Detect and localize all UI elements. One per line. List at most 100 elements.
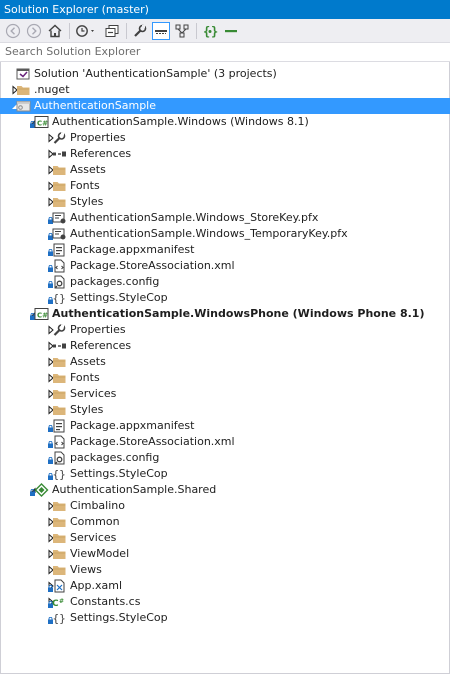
tree-row[interactable]: Common [0,514,450,530]
references-icon [52,339,67,353]
toolbar-separator [69,22,70,39]
tree-row[interactable]: .nuget [0,82,450,98]
folder-icon [52,387,67,401]
cs-project-icon: C# [34,307,49,321]
tree-row[interactable]: Package.StoreAssociation.xml [0,434,450,450]
tree-row[interactable]: References [0,146,450,162]
svg-text:{}: {} [53,292,66,305]
tree-row[interactable]: AuthenticationSample.Shared [0,482,450,498]
references-icon [52,147,67,161]
tree-row[interactable]: {} Settings.StyleCop [0,290,450,306]
collapse-all-icon[interactable] [103,22,121,40]
tree-row[interactable]: Assets [0,162,450,178]
xml-icon [52,435,67,449]
tree-row[interactable]: Styles [0,402,450,418]
shared-project-icon [34,483,49,497]
config-icon [52,275,67,289]
cs-file-icon: C # [52,595,67,609]
xml-icon [52,259,67,273]
tree-row[interactable]: AuthenticationSample.Windows_StoreKey.pf… [0,210,450,226]
tree-row[interactable]: Properties [0,322,450,338]
folder-icon [52,163,67,177]
tree-item-label: Package.StoreAssociation.xml [70,435,235,448]
tree-row[interactable]: Fonts [0,370,450,386]
tree-row[interactable]: Package.appxmanifest [0,418,450,434]
tree-item-label: Assets [70,163,106,176]
tree-row[interactable]: References [0,338,450,354]
folder-icon [52,563,67,577]
tree-item-label: AuthenticationSample.Windows_TemporaryKe… [70,227,348,240]
tree-item-label: Solution 'AuthenticationSample' (3 proje… [34,67,277,80]
tree-row[interactable]: Styles [0,194,450,210]
tree-row[interactable]: ViewModel [0,546,450,562]
tree-row[interactable]: C # Constants.cs [0,594,450,610]
xaml-icon [52,579,67,593]
tree-item-label: Fonts [70,371,100,384]
braces-icon: {} [52,291,67,305]
properties-wrench-icon[interactable] [131,22,149,40]
tree-row[interactable]: AuthenticationSample.Windows_TemporaryKe… [0,226,450,242]
search-input[interactable]: Search Solution Explorer [0,43,450,62]
cs-project-icon: C# [34,115,49,129]
manifest-icon [52,419,67,433]
tree-row[interactable]: {} Settings.StyleCop [0,466,450,482]
tree-row[interactable]: C# AuthenticationSample.WindowsPhone (Win… [0,306,450,322]
class-view-icon[interactable] [173,22,191,40]
solution-icon [16,67,31,81]
tree-item-label: Services [70,531,117,544]
tree-row[interactable]: App.xaml [0,578,450,594]
tree-item-label: AuthenticationSample.Shared [52,483,217,496]
wrench-icon [52,323,67,337]
folder-icon [52,403,67,417]
tree-row[interactable]: {} Settings.StyleCop [0,610,450,626]
tree-item-label: Settings.StyleCop [70,611,168,624]
tree-row[interactable]: Properties [0,130,450,146]
sync-braces-icon[interactable]: {} [201,22,219,40]
folder-icon [52,179,67,193]
toolbar: {} [0,19,450,43]
tree-item-label: References [70,147,132,160]
tree-row[interactable]: packages.config [0,450,450,466]
tree-row[interactable]: Cimbalino [0,498,450,514]
show-all-files-icon[interactable] [152,21,170,40]
tree-item-label: AuthenticationSample.WindowsPhone (Windo… [52,307,425,320]
toolbar-separator [126,22,127,39]
tree-item-label: AuthenticationSample.Windows (Windows 8.… [52,115,309,128]
tree-row[interactable]: AuthenticationSample [0,98,450,114]
tree-item-label: Package.appxmanifest [70,419,195,432]
certificate-icon [52,211,67,225]
tree-item-label: Services [70,387,117,400]
tree-row[interactable]: Views [0,562,450,578]
svg-text:C#: C# [37,312,48,320]
svg-text:{}: {} [53,612,66,625]
tree-row[interactable]: Fonts [0,178,450,194]
folder-icon [52,515,67,529]
tree-row[interactable]: Package.StoreAssociation.xml [0,258,450,274]
home-icon[interactable] [46,22,64,40]
forward-icon[interactable] [25,22,43,40]
tree-row[interactable]: Assets [0,354,450,370]
tree-row[interactable]: Package.appxmanifest [0,242,450,258]
folder-icon [16,83,31,97]
toolbar-separator [196,22,197,39]
tree-row[interactable]: C# AuthenticationSample.Windows (Windows … [0,114,450,130]
tree-row[interactable]: packages.config [0,274,450,290]
folder-icon [52,195,67,209]
panel-title: Solution Explorer (master) [0,0,450,19]
tree-item-label: packages.config [70,275,160,288]
tree-item-label: Views [70,563,102,576]
tree-row[interactable]: Services [0,386,450,402]
tree-item-label: Common [70,515,120,528]
tree-item-label: Properties [70,323,126,336]
tree-item-label: Package.StoreAssociation.xml [70,259,235,272]
tree-item-label: Styles [70,403,104,416]
tree-row[interactable]: Solution 'AuthenticationSample' (3 proje… [0,66,450,82]
tree-item-label: .nuget [34,83,70,96]
braces-icon: {} [52,467,67,481]
folder-icon [52,371,67,385]
tree-row[interactable]: Services [0,530,450,546]
back-icon[interactable] [4,22,22,40]
history-icon[interactable] [74,22,100,40]
minus-icon[interactable] [222,22,240,40]
tree-item-label: Cimbalino [70,499,125,512]
